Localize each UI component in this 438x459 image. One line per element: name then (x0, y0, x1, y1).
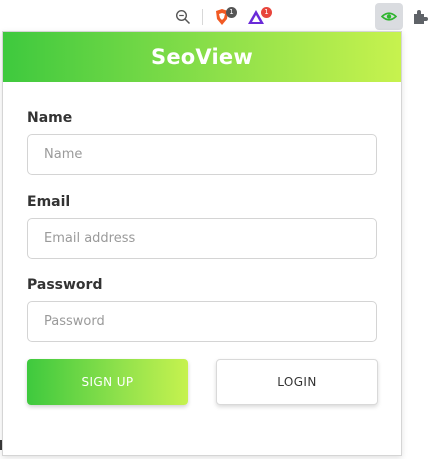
name-input[interactable] (27, 134, 377, 175)
popup-header: SeoView (3, 32, 401, 82)
brand-title: SeoView (151, 45, 253, 69)
brave-shields-badge: 1 (226, 7, 237, 18)
email-label: Email (27, 194, 71, 210)
seoview-extension-button[interactable] (375, 3, 403, 30)
password-input[interactable] (27, 301, 377, 342)
password-label: Password (27, 277, 103, 293)
seoview-popup: SeoView Name Email Password SIGN UP LOGI… (2, 31, 402, 456)
zoom-icon[interactable] (175, 9, 191, 25)
name-label: Name (27, 110, 73, 126)
browser-toolbar: 1 1 (0, 0, 438, 32)
login-button[interactable]: LOGIN (216, 359, 378, 405)
seoview-extension-icon (381, 12, 397, 21)
toolbar-divider (202, 9, 203, 25)
brave-rewards-badge: 1 (261, 7, 272, 18)
email-input[interactable] (27, 218, 377, 259)
signup-button[interactable]: SIGN UP (27, 359, 188, 405)
extensions-puzzle-icon[interactable] (411, 8, 429, 26)
